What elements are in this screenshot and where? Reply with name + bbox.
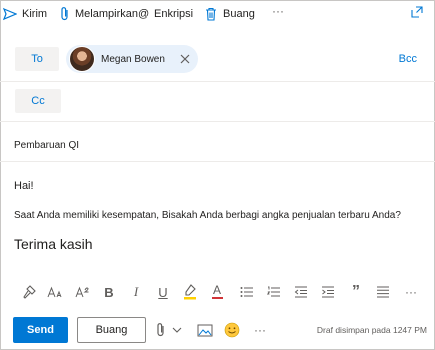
body-signoff[interactable]: Terima kasih <box>14 236 93 252</box>
body-greeting[interactable]: Hai! <box>14 180 34 192</box>
attach-toolbar-button[interactable]: Melampirkan <box>60 5 138 23</box>
formatting-bar: B I U A ” ··· <box>0 280 435 304</box>
encrypt-toolbar-label: Enkripsi <box>154 8 194 20</box>
bullet-list-icon[interactable] <box>237 280 257 304</box>
font-color-swatch <box>211 297 223 299</box>
attach-toolbar-label: Melampirkan <box>75 8 138 20</box>
emoji-icon[interactable] <box>224 318 240 342</box>
trash-icon <box>205 7 217 21</box>
recipient-pill[interactable]: Megan Bowen <box>66 45 198 73</box>
send-button[interactable]: Send <box>13 317 68 343</box>
font-size-icon[interactable] <box>45 280 65 304</box>
more-format-button[interactable]: ··· <box>401 280 421 304</box>
avatar <box>69 46 95 72</box>
discard-toolbar-label: Buang <box>223 8 255 20</box>
cc-button[interactable]: Cc <box>15 89 61 113</box>
popout-icon[interactable] <box>411 6 423 21</box>
more-icon: ··· <box>272 4 284 18</box>
bcc-button[interactable]: Bcc <box>399 53 417 65</box>
more-options-button[interactable]: ··· <box>254 318 266 342</box>
chevron-down-icon[interactable] <box>172 318 182 342</box>
underline-button[interactable]: U <box>153 280 173 304</box>
numbered-list-icon[interactable] <box>264 280 284 304</box>
quote-button[interactable]: ” <box>346 280 366 304</box>
send-icon <box>3 7 17 21</box>
send-toolbar-button[interactable]: Kirim <box>3 5 47 23</box>
body-text[interactable]: Saat Anda memiliki kesempatan, Bisakah A… <box>14 210 401 221</box>
remove-recipient-icon[interactable] <box>180 51 190 69</box>
recipient-name: Megan Bowen <box>101 53 165 65</box>
attach-icon[interactable] <box>156 318 166 342</box>
action-bar: Send Buang ··· Draf disimpan pada 1247 P… <box>0 310 435 350</box>
italic-button[interactable]: I <box>126 280 146 304</box>
send-toolbar-label: Kirim <box>22 8 48 20</box>
to-button[interactable]: To <box>15 47 59 71</box>
font-color-label: A <box>212 283 221 297</box>
paperclip-icon <box>60 6 70 22</box>
cc-row <box>0 82 435 122</box>
format-painter-icon[interactable] <box>19 280 39 304</box>
increase-indent-icon[interactable] <box>318 280 338 304</box>
encrypt-toolbar-button[interactable]: Enkripsi <box>154 5 193 23</box>
cc-label: Cc <box>31 95 45 107</box>
subject-input[interactable]: Pembaruan QI <box>14 140 79 151</box>
align-icon[interactable] <box>373 280 393 304</box>
highlight-icon[interactable] <box>180 280 200 304</box>
superscript-icon[interactable] <box>73 280 93 304</box>
insert-picture-icon[interactable] <box>197 318 213 342</box>
bold-button[interactable]: B <box>99 280 119 304</box>
more-toolbar-button[interactable]: ··· <box>272 2 284 20</box>
font-color-button[interactable]: A <box>207 280 227 304</box>
discard-toolbar-button[interactable]: Buang <box>205 5 255 23</box>
mention-label: @ <box>138 8 150 20</box>
mention-toolbar-button[interactable]: @ <box>138 5 149 23</box>
discard-button[interactable]: Buang <box>77 317 146 343</box>
to-label: To <box>31 53 43 65</box>
compose-toolbar: Kirim Melampirkan @ Enkripsi Buang ··· <box>0 0 435 30</box>
draft-status: Draf disimpan pada 1247 PM <box>316 325 427 335</box>
decrease-indent-icon[interactable] <box>291 280 311 304</box>
